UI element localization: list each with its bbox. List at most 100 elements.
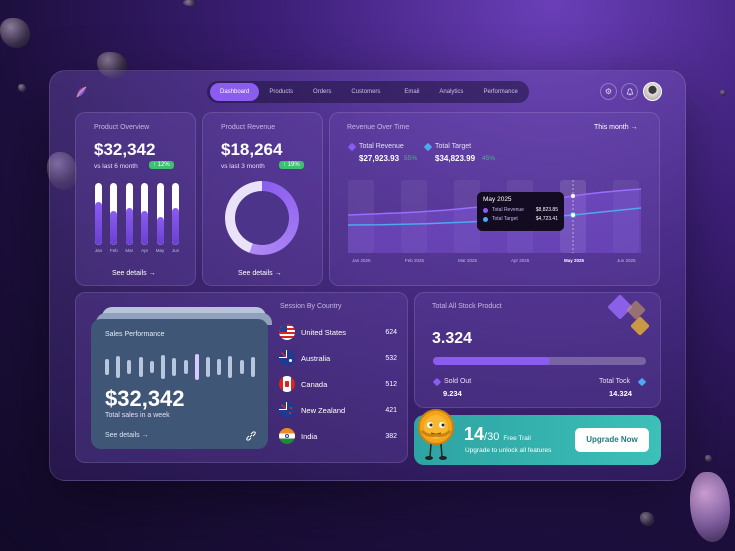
new-zealand-flag-icon <box>279 402 295 418</box>
bar-fill <box>156 217 164 245</box>
wave-bar <box>217 359 222 375</box>
bar-month-label: May <box>155 248 165 253</box>
country-row-australia: Australia 532 <box>279 350 397 366</box>
product-revenue-title: Product Revenue <box>221 124 276 131</box>
tab-products[interactable]: Products <box>259 83 303 101</box>
country-row-india: India 382 <box>279 428 397 444</box>
wave-bar <box>116 356 121 378</box>
x-axis-label: Jan 2025 <box>352 258 371 263</box>
wave-bar <box>250 357 255 377</box>
growth-badge: ↑ 19% <box>279 161 304 169</box>
tab-orders[interactable]: Orders <box>303 83 341 101</box>
product-overview-subtitle: vs last 6 month <box>94 163 138 170</box>
session-by-country-title: Session By Country <box>280 303 342 310</box>
trial-label: Free Trail <box>503 435 531 442</box>
tooltip-row: Total Revenue $8,823.85 <box>483 207 558 213</box>
product-overview-value: $32,342 <box>94 140 156 159</box>
country-name: New Zealand <box>301 405 346 415</box>
monthly-bar-chart: Jan Feb Mar Apr May Jun <box>94 183 180 253</box>
country-value: 532 <box>385 354 397 362</box>
bar-track <box>141 183 149 245</box>
stock-progress-bar <box>433 357 646 365</box>
trial-total: /30 <box>484 431 500 443</box>
revenue-dot-icon <box>483 207 488 213</box>
target-point <box>570 212 576 218</box>
tooltip-value: $8,823.85 <box>535 207 558 213</box>
see-details-link[interactable]: See details → <box>105 432 149 439</box>
sold-out-icon <box>432 377 442 387</box>
bar-month-label: Mar <box>125 248 134 253</box>
country-value: 382 <box>385 432 397 440</box>
country-row-new-zealand: New Zealand 421 <box>279 402 397 418</box>
tooltip-row: Total Target $4,723.41 <box>483 216 558 222</box>
country-name: India <box>301 431 318 441</box>
wave-bar <box>161 355 166 379</box>
bell-icon[interactable] <box>621 83 638 100</box>
x-axis-label: Feb 2025 <box>405 258 425 263</box>
bar-column: Feb <box>109 183 118 253</box>
total-stock-card: Total All Stock Product 3.324 Sold Out 9… <box>414 292 661 408</box>
legend-revenue-label: Total Revenue <box>359 143 404 150</box>
bar-track <box>156 183 164 245</box>
revenue-legend-icon <box>347 142 357 152</box>
tab-performance[interactable]: Performance <box>473 83 527 101</box>
wave-bar <box>183 360 188 374</box>
mascot-coin-icon <box>418 409 454 460</box>
upgrade-now-button[interactable]: Upgrade Now <box>575 428 649 452</box>
wave-bar <box>194 354 199 380</box>
bar-fill <box>95 201 102 245</box>
total-stock-icon <box>637 377 647 387</box>
wave-bar <box>205 357 210 377</box>
bar-column: Jun <box>171 183 180 253</box>
decor-diamond-icon <box>630 316 650 336</box>
revenue-donut-chart <box>225 181 299 255</box>
bar-column: Mar <box>125 183 134 253</box>
see-details-link[interactable]: See details → <box>238 270 282 277</box>
tab-analytics[interactable]: Analytics <box>429 83 473 101</box>
bar-fill <box>125 207 133 245</box>
x-axis-label: Jun 2025 <box>617 258 636 263</box>
bar-column: Apr <box>140 183 149 253</box>
brand-logo-icon <box>76 86 87 98</box>
product-revenue-subtitle: vs last 3 month <box>221 163 265 170</box>
see-details-link[interactable]: See details → <box>112 270 156 277</box>
wave-bar <box>138 357 143 377</box>
country-value: 421 <box>385 406 397 414</box>
upgrade-subtitle: Upgrade to unlock all features <box>465 447 552 454</box>
tab-email[interactable]: Email <box>394 83 429 101</box>
tab-customers[interactable]: Customers <box>341 83 390 101</box>
bar-month-label: Feb <box>110 248 118 253</box>
country-name: United States <box>301 327 347 337</box>
growth-badge: ↑ 12% <box>149 161 174 169</box>
country-name: Australia <box>301 353 331 363</box>
period-selector[interactable]: This month → <box>594 124 638 131</box>
bar-month-label: Jun <box>171 248 180 253</box>
stock-title: Total All Stock Product <box>432 303 502 310</box>
legend-revenue-value: $27,923.93 <box>359 154 400 163</box>
tooltip-title: May 2025 <box>483 196 512 203</box>
product-overview-card: Product Overview $32,342 vs last 6 month… <box>75 112 196 286</box>
settings-icon[interactable]: ⚙ <box>600 83 617 100</box>
country-row-united-states: United States 624 <box>279 324 397 340</box>
bar-track <box>110 183 118 245</box>
bar-month-label: Jan <box>94 248 103 253</box>
country-row-canada: Canada 512 <box>279 376 397 392</box>
chart-tooltip: May 2025 Total Revenue $8,823.85 Total T… <box>477 192 564 231</box>
stock-progress-fill <box>433 357 551 365</box>
tab-dashboard[interactable]: Dashboard <box>210 83 260 101</box>
legend-target-change: 45% <box>482 155 496 162</box>
sales-performance-card: Sales Performance $32,342 Total sales in… <box>91 319 268 449</box>
bar-column: May <box>156 183 165 253</box>
wave-bar <box>127 360 132 374</box>
revenue-over-time-card: Revenue Over Time This month → Total Rev… <box>329 112 660 286</box>
x-axis-label: Apr 2025 <box>511 258 530 263</box>
target-legend-icon <box>423 142 433 152</box>
country-name: Canada <box>301 379 328 389</box>
bar-month-label: Apr <box>141 248 149 253</box>
user-avatar[interactable] <box>643 82 662 101</box>
legend-revenue-change: 55% <box>404 155 418 162</box>
link-icon[interactable] <box>245 430 257 442</box>
sold-out-value: 9.234 <box>443 389 462 398</box>
product-revenue-value: $18,264 <box>221 140 283 159</box>
canada-flag-icon <box>279 376 295 392</box>
